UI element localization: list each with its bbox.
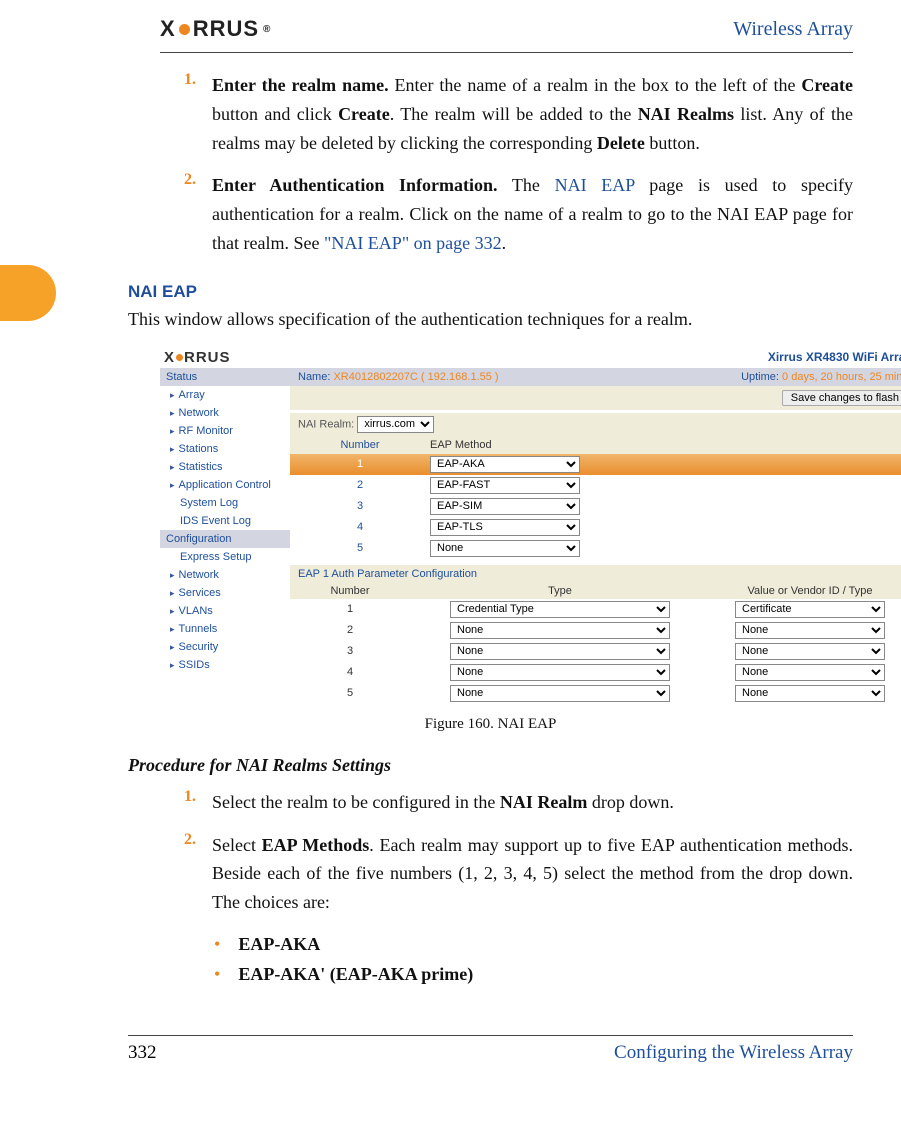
col-number: Number (290, 585, 410, 597)
step-number: 1. (128, 71, 196, 157)
col-method: EAP Method (430, 439, 610, 451)
auth-value-select[interactable]: None (735, 622, 885, 639)
auth-value-select[interactable]: None (735, 685, 885, 702)
uptime-label: Uptime: (741, 371, 779, 383)
figure-caption: Figure 160. NAI EAP (128, 716, 853, 733)
nai-realm-label: NAI Realm: (298, 418, 354, 430)
eap-method-select[interactable]: EAP-FAST (430, 477, 580, 494)
proc-step-1: 1. Select the realm to be configured in … (128, 788, 853, 817)
auth-row: 3NoneNone (290, 641, 901, 662)
step-number: 2. (128, 171, 196, 257)
auth-row: 2NoneNone (290, 620, 901, 641)
sidebar-header-config: Configuration (160, 530, 290, 548)
uptime-value: 0 days, 20 hours, 25 mins (782, 371, 901, 383)
thumb-tab (0, 265, 56, 321)
proc-step-2: 2. Select EAP Methods. Each realm may su… (128, 831, 853, 917)
auth-row: 1Credential TypeCertificate (290, 599, 901, 620)
step-number: 2. (128, 831, 196, 917)
shot-product: Xirrus XR4830 WiFi Array (768, 350, 901, 364)
sidebar-item[interactable]: Tunnels (160, 620, 290, 638)
sidebar-item[interactable]: Array (160, 386, 290, 404)
auth-type-select[interactable]: Credential Type (450, 601, 670, 618)
auth-type-select[interactable]: None (450, 685, 670, 702)
link-nai-eap-page[interactable]: "NAI EAP" on page 332 (324, 233, 502, 253)
eap-row[interactable]: 5None (290, 538, 901, 559)
dot-icon (179, 24, 190, 35)
bullet-item: •EAP-AKA' (EAP-AKA prime) (214, 961, 853, 989)
col-number: Number (290, 439, 430, 451)
save-button[interactable]: Save changes to flash (782, 390, 901, 406)
sidebar-item[interactable]: VLANs (160, 602, 290, 620)
auth-type-select[interactable]: None (450, 664, 670, 681)
auth-row: 4NoneNone (290, 662, 901, 683)
sidebar-item[interactable]: Services (160, 584, 290, 602)
dot-icon (176, 354, 183, 361)
name-value: XR4012802207C ( 192.168.1.55 ) (333, 371, 498, 383)
step-2: 2. Enter Authentication Information. The… (128, 171, 853, 257)
sidebar-item[interactable]: SSIDs (160, 656, 290, 674)
sidebar-item[interactable]: Network (160, 404, 290, 422)
sidebar-item[interactable]: Network (160, 566, 290, 584)
step-number: 1. (128, 788, 196, 817)
eap-method-select[interactable]: EAP-TLS (430, 519, 580, 536)
sidebar-item[interactable]: Statistics (160, 458, 290, 476)
bullet-icon: • (214, 961, 220, 989)
step-1: 1. Enter the realm name. Enter the name … (128, 71, 853, 157)
sidebar-item[interactable]: Express Setup (160, 548, 290, 566)
section-heading: NAI EAP (128, 282, 853, 302)
header-divider (160, 52, 853, 53)
step-lead: Enter the realm name. (212, 75, 389, 95)
name-label: Name: (298, 371, 330, 383)
sidebar-item[interactable]: System Log (160, 494, 290, 512)
col-value: Value or Vendor ID / Type (710, 585, 901, 597)
sidebar-item[interactable]: RF Monitor (160, 422, 290, 440)
auth-type-select[interactable]: None (450, 622, 670, 639)
sidebar-header-status: Status (160, 368, 290, 386)
doc-title: Wireless Array (733, 18, 853, 41)
eap-method-select[interactable]: EAP-SIM (430, 498, 580, 515)
sidebar-item[interactable]: IDS Event Log (160, 512, 290, 530)
col-type: Type (410, 585, 710, 597)
sidebar-item[interactable]: Stations (160, 440, 290, 458)
auth-type-select[interactable]: None (450, 643, 670, 660)
shot-brand-logo: XRRUS (164, 349, 231, 366)
eap-row[interactable]: 1EAP-AKA (290, 454, 901, 475)
eap-row[interactable]: 3EAP-SIM (290, 496, 901, 517)
eap-row[interactable]: 4EAP-TLS (290, 517, 901, 538)
figure-screenshot: XRRUS Xirrus XR4830 WiFi Array Status Ar… (160, 347, 901, 704)
auth-value-select[interactable]: Certificate (735, 601, 885, 618)
page-number: 332 (128, 1042, 157, 1064)
bullet-item: •EAP-AKA (214, 931, 853, 959)
eap-method-select[interactable]: EAP-AKA (430, 456, 580, 473)
eap-row[interactable]: 2EAP-FAST (290, 475, 901, 496)
nai-realm-select[interactable]: xirrus.com (357, 416, 434, 433)
auth-row: 5NoneNone (290, 683, 901, 704)
procedure-heading: Procedure for NAI Realms Settings (128, 755, 853, 776)
registered-icon: ® (263, 24, 271, 35)
step-lead: Enter Authentication Information. (212, 175, 498, 195)
bullet-icon: • (214, 931, 220, 959)
auth-value-select[interactable]: None (735, 664, 885, 681)
brand-logo: XRRUS® (160, 16, 271, 42)
auth-section-header: EAP 1 Auth Parameter Configuration (290, 565, 901, 583)
sidebar-item[interactable]: Application Control (160, 476, 290, 494)
eap-method-select[interactable]: None (430, 540, 580, 557)
shot-sidebar: Status Array Network RF Monitor Stations… (160, 368, 290, 704)
link-nai-eap[interactable]: NAI EAP (555, 175, 635, 195)
auth-value-select[interactable]: None (735, 643, 885, 660)
chapter-title: Configuring the Wireless Array (614, 1042, 853, 1064)
section-intro: This window allows specification of the … (128, 306, 853, 333)
sidebar-item[interactable]: Security (160, 638, 290, 656)
